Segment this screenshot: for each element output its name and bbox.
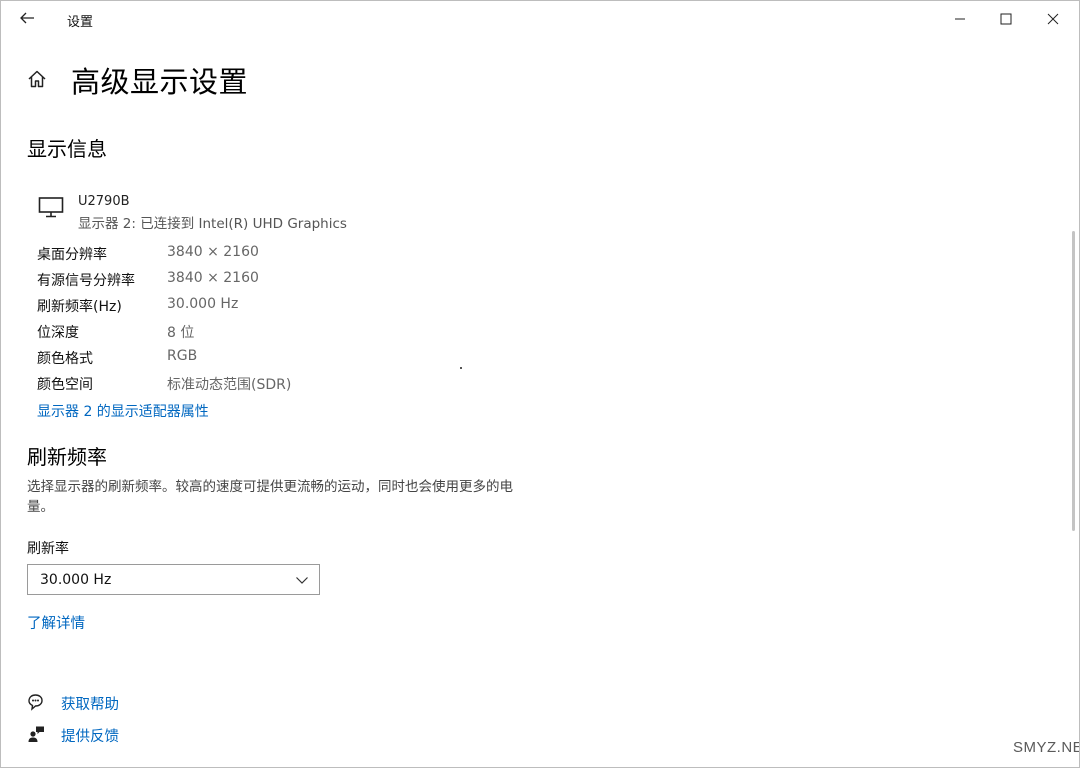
minimize-icon xyxy=(955,18,965,20)
chevron-down-icon xyxy=(296,577,308,584)
info-row-color-space: 颜色空间 标准动态范围(SDR) xyxy=(37,374,457,398)
info-value: 3840 × 2160 xyxy=(167,270,259,286)
feedback-person-icon xyxy=(28,726,44,742)
watermark: SMYZ.NET xyxy=(1013,739,1079,756)
info-label: 颜色空间 xyxy=(37,377,93,393)
info-value: RGB xyxy=(167,348,198,364)
close-button[interactable] xyxy=(1030,5,1076,33)
info-label: 颜色格式 xyxy=(37,351,93,367)
info-value: 8 位 xyxy=(167,325,195,341)
title-bar: 设置 xyxy=(1,1,1079,35)
info-label: 位深度 xyxy=(37,325,79,341)
refresh-rate-label: 刷新率 xyxy=(27,541,69,557)
info-label: 刷新频率(Hz) xyxy=(37,299,122,315)
page-title: 高级显示设置 xyxy=(71,65,249,99)
dropdown-selected-value: 30.000 Hz xyxy=(40,572,112,588)
window-title: 设置 xyxy=(67,15,94,30)
monitor-name: U2790B xyxy=(78,194,130,209)
refresh-description: 选择显示器的刷新频率。较高的速度可提供更流畅的运动，同时也会使用更多的电量。 xyxy=(27,479,513,515)
info-value: 标准动态范围(SDR) xyxy=(167,377,292,393)
get-help-label: 获取帮助 xyxy=(61,697,119,713)
section-title-display-info: 显示信息 xyxy=(27,137,107,161)
help-chat-icon xyxy=(28,694,43,711)
close-icon xyxy=(1047,13,1059,25)
info-row-refresh-rate: 刷新频率(Hz) 30.000 Hz xyxy=(37,296,457,320)
minimize-button[interactable] xyxy=(937,5,983,33)
monitor-icon xyxy=(38,197,64,218)
info-row-color-format: 颜色格式 RGB xyxy=(37,348,457,372)
maximize-icon xyxy=(1000,13,1012,25)
monitor-connection: 显示器 2: 已连接到 Intel(R) UHD Graphics xyxy=(78,216,347,232)
get-help-link[interactable]: 获取帮助 xyxy=(27,691,167,715)
learn-more-link[interactable]: 了解详情 xyxy=(27,612,85,633)
vertical-scrollbar[interactable] xyxy=(1072,231,1075,531)
refresh-rate-dropdown[interactable]: 30.000 Hz xyxy=(27,564,320,595)
info-value: 30.000 Hz xyxy=(167,296,239,312)
section-title-refresh-rate: 刷新频率 xyxy=(27,445,107,469)
info-value: 3840 × 2160 xyxy=(167,244,259,260)
back-button[interactable] xyxy=(15,7,39,29)
info-label: 有源信号分辨率 xyxy=(37,273,135,289)
back-arrow-icon xyxy=(20,12,34,24)
settings-window: 设置 高级显示设置 显示信息 U2790B 显示器 2: 已连接到 Intel(… xyxy=(0,0,1080,768)
give-feedback-link[interactable]: 提供反馈 xyxy=(27,723,167,747)
stray-dot xyxy=(460,367,462,369)
info-row-bit-depth: 位深度 8 位 xyxy=(37,322,457,346)
home-icon[interactable] xyxy=(26,68,48,90)
display-adapter-properties-link[interactable]: 显示器 2 的显示适配器属性 xyxy=(37,401,209,421)
info-label: 桌面分辨率 xyxy=(37,247,107,263)
give-feedback-label: 提供反馈 xyxy=(61,729,119,745)
info-row-desktop-resolution: 桌面分辨率 3840 × 2160 xyxy=(37,244,457,268)
info-row-active-signal-resolution: 有源信号分辨率 3840 × 2160 xyxy=(37,270,457,294)
maximize-button[interactable] xyxy=(983,5,1029,33)
